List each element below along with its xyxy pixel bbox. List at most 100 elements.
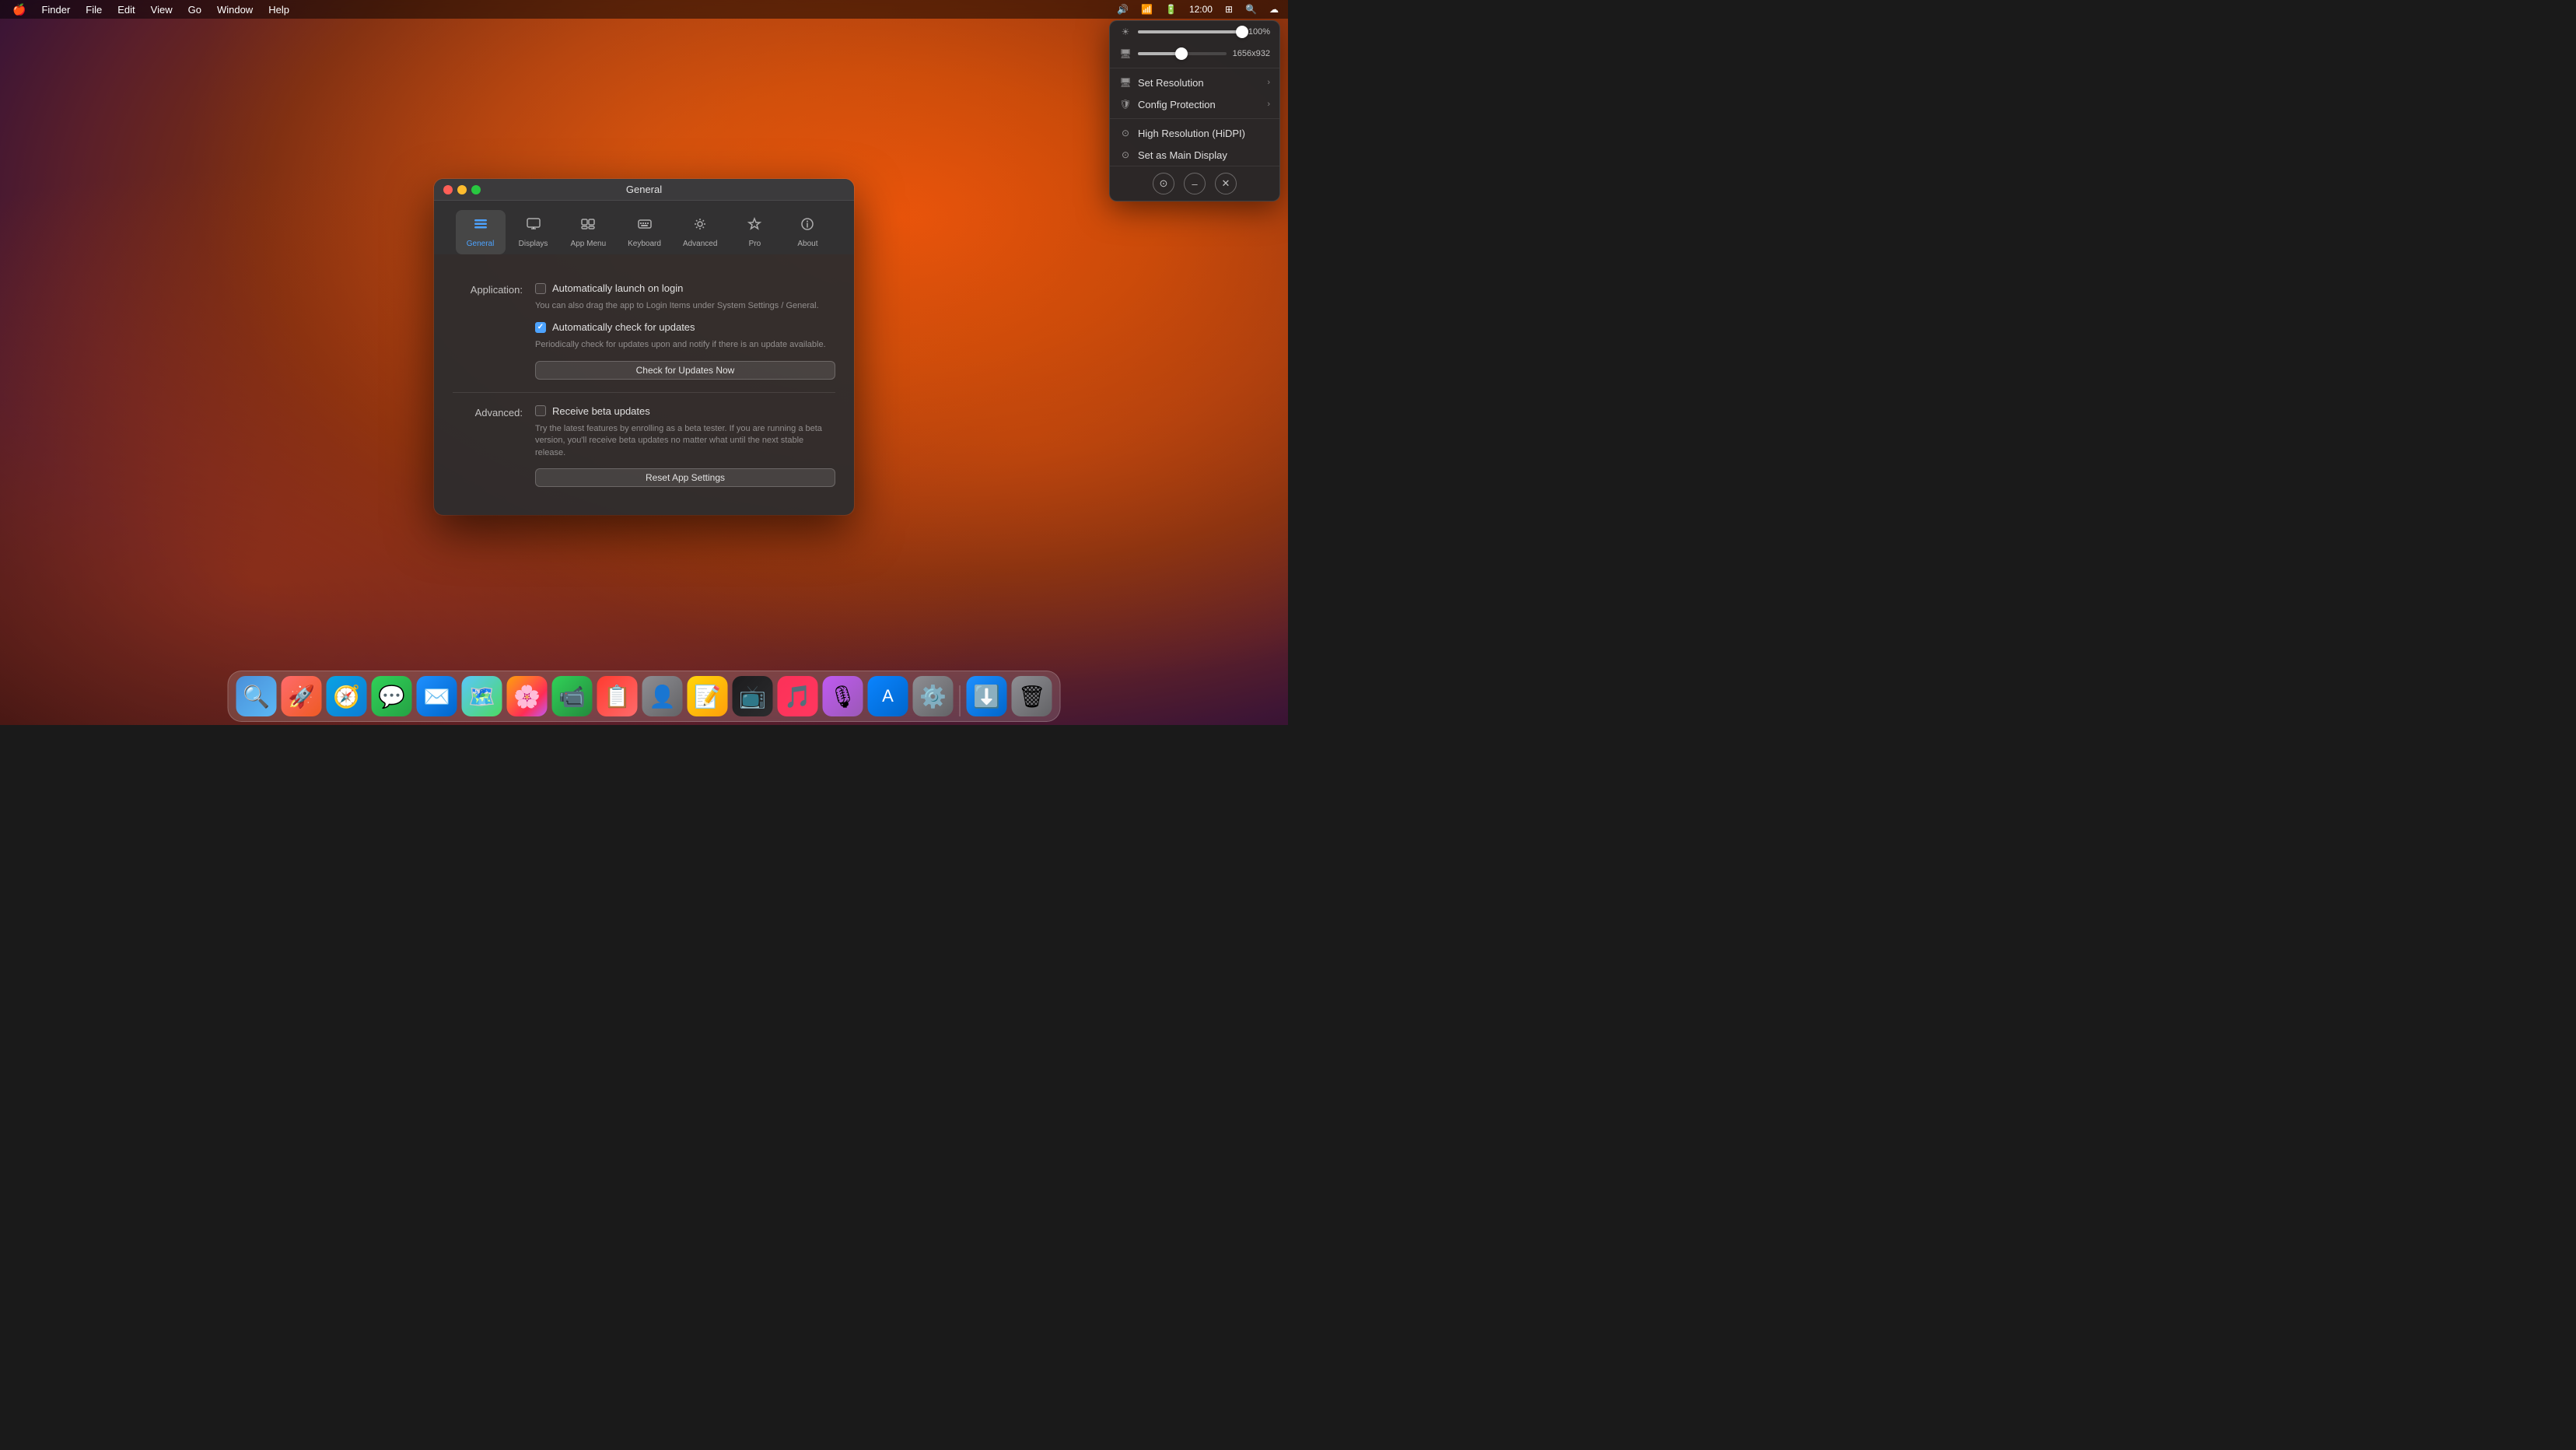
- brightness-slider-track[interactable]: [1138, 30, 1242, 33]
- dock-facetime[interactable]: 📹: [552, 676, 593, 716]
- main-display-label: Set as Main Display: [1138, 149, 1270, 161]
- dock-appletv[interactable]: 📺: [733, 676, 773, 716]
- auto-launch-hint: You can also drag the app to Login Items…: [535, 300, 835, 312]
- general-tab-icon: [473, 216, 488, 236]
- beta-label: Receive beta updates: [552, 405, 650, 417]
- auto-update-checkbox[interactable]: [535, 322, 546, 333]
- menubar-right: 🔊 📶 🔋 12:00 ⊞ 🔍 ☁: [1114, 2, 1282, 16]
- sun-icon: ☀: [1119, 26, 1132, 38]
- auto-update-row: Automatically check for updates: [535, 321, 835, 333]
- tab-general[interactable]: General: [456, 210, 506, 254]
- pro-tab-icon: [747, 216, 762, 236]
- reset-settings-button[interactable]: Reset App Settings: [535, 468, 835, 487]
- config-protection-row[interactable]: 🛡 Config Protection ›: [1110, 93, 1279, 115]
- general-dialog: General General: [434, 179, 854, 515]
- tab-general-label: General: [467, 240, 495, 248]
- resolution-slider-track[interactable]: [1138, 52, 1227, 55]
- close-button[interactable]: [443, 185, 453, 194]
- auto-update-hint: Periodically check for updates upon and …: [535, 339, 835, 351]
- brightness-thumb[interactable]: [1236, 26, 1248, 38]
- menubar-view[interactable]: View: [145, 2, 179, 17]
- menubar-file[interactable]: File: [79, 2, 108, 17]
- application-section: Application: Automatically launch on log…: [453, 270, 835, 392]
- tab-advanced-label: Advanced: [683, 240, 717, 248]
- menubar-siri[interactable]: ☁: [1266, 2, 1282, 16]
- auto-launch-checkbox[interactable]: [535, 283, 546, 294]
- dock-finder[interactable]: 🔍: [236, 676, 277, 716]
- menubar-spotlight[interactable]: 🔍: [1242, 2, 1260, 16]
- menubar-finder[interactable]: Finder: [35, 2, 76, 17]
- tab-displays-label: Displays: [519, 240, 548, 248]
- resolution-value: 1656x932: [1233, 49, 1270, 58]
- dock-appstore[interactable]: A: [868, 676, 908, 716]
- menubar-wifi[interactable]: 📶: [1138, 2, 1156, 16]
- tab-app-menu-label: App Menu: [571, 240, 607, 248]
- tab-about[interactable]: About: [782, 210, 832, 254]
- tab-displays[interactable]: Displays: [509, 210, 558, 254]
- popover-close-btn[interactable]: ✕: [1215, 173, 1237, 194]
- tab-app-menu[interactable]: App Menu: [562, 210, 616, 254]
- dock-notes[interactable]: 📝: [688, 676, 728, 716]
- dock-launchpad[interactable]: 🚀: [282, 676, 322, 716]
- menubar-help[interactable]: Help: [262, 2, 296, 17]
- dock-trash[interactable]: 🗑: [1012, 676, 1052, 716]
- main-display-row[interactable]: ⊙ Set as Main Display: [1110, 144, 1279, 166]
- desktop: 🍎 Finder File Edit View Go Window Help 🔊…: [0, 0, 1288, 725]
- popover-minus-btn[interactable]: –: [1184, 173, 1206, 194]
- menubar: 🍎 Finder File Edit View Go Window Help 🔊…: [0, 0, 1288, 19]
- tab-pro[interactable]: Pro: [730, 210, 779, 254]
- display-popover: ☀ 100% 🖥 1656x932 🖥 Set Resolution › 🛡 C…: [1109, 20, 1280, 201]
- menubar-edit[interactable]: Edit: [111, 2, 141, 17]
- menubar-control-center[interactable]: ⊞: [1222, 2, 1236, 16]
- dock-messages[interactable]: 💬: [372, 676, 412, 716]
- brightness-fill: [1138, 30, 1242, 33]
- dock-contacts[interactable]: 👤: [642, 676, 683, 716]
- dock-maps[interactable]: 🗺️: [462, 676, 502, 716]
- menubar-volume[interactable]: 🔊: [1114, 2, 1132, 16]
- toolbar: General Displays: [434, 201, 854, 254]
- set-resolution-row[interactable]: 🖥 Set Resolution ›: [1110, 72, 1279, 93]
- dock-podcasts[interactable]: 🎙: [823, 676, 863, 716]
- hidpi-row[interactable]: ⊙ High Resolution (HiDPI): [1110, 122, 1279, 144]
- dock-separator: [960, 685, 961, 716]
- dock-reminders[interactable]: 📋: [597, 676, 638, 716]
- beta-hint: Try the latest features by enrolling as …: [535, 423, 835, 459]
- window-controls: [443, 185, 481, 194]
- menubar-battery[interactable]: 🔋: [1162, 2, 1180, 16]
- tab-advanced[interactable]: Advanced: [674, 210, 726, 254]
- dock-photos[interactable]: 🌸: [507, 676, 548, 716]
- keyboard-tab-icon: [637, 216, 653, 236]
- popover-settings-btn[interactable]: ⊙: [1153, 173, 1174, 194]
- dock-mail[interactable]: ✉️: [417, 676, 457, 716]
- minimize-button[interactable]: [457, 185, 467, 194]
- tab-keyboard-label: Keyboard: [628, 240, 661, 248]
- menubar-go[interactable]: Go: [182, 2, 208, 17]
- advanced-tab-icon: [692, 216, 708, 236]
- menubar-window[interactable]: Window: [211, 2, 259, 17]
- config-protection-label: Config Protection: [1138, 99, 1261, 110]
- resolution-thumb[interactable]: [1175, 47, 1188, 60]
- advanced-section: Advanced: Receive beta updates Try the l…: [453, 393, 835, 499]
- main-display-check-icon: ⊙: [1119, 149, 1132, 161]
- auto-launch-row: Automatically launch on login: [535, 282, 835, 294]
- beta-checkbox[interactable]: [535, 405, 546, 416]
- dock-syspreferences[interactable]: ⚙️: [913, 676, 954, 716]
- tab-about-label: About: [797, 240, 817, 248]
- tab-keyboard[interactable]: Keyboard: [618, 210, 670, 254]
- check-updates-button[interactable]: Check for Updates Now: [535, 361, 835, 380]
- popover-divider-2: [1110, 118, 1279, 119]
- advanced-controls: Receive beta updates Try the latest feat…: [535, 405, 835, 487]
- config-protection-icon: 🛡: [1119, 98, 1132, 110]
- apple-menu[interactable]: 🍎: [6, 2, 32, 18]
- application-controls: Automatically launch on login You can al…: [535, 282, 835, 380]
- advanced-label: Advanced:: [453, 405, 523, 487]
- popover-resolution-row: 🖥 1656x932: [1110, 43, 1279, 65]
- dock-music[interactable]: 🎵: [778, 676, 818, 716]
- brightness-value: 100%: [1248, 27, 1270, 37]
- maximize-button[interactable]: [471, 185, 481, 194]
- tab-pro-label: Pro: [749, 240, 761, 248]
- menubar-left: 🍎 Finder File Edit View Go Window Help: [6, 2, 296, 18]
- display-small-icon: 🖥: [1119, 47, 1132, 60]
- dock-safari[interactable]: 🧭: [327, 676, 367, 716]
- dock-downloads[interactable]: ⬇️: [967, 676, 1007, 716]
